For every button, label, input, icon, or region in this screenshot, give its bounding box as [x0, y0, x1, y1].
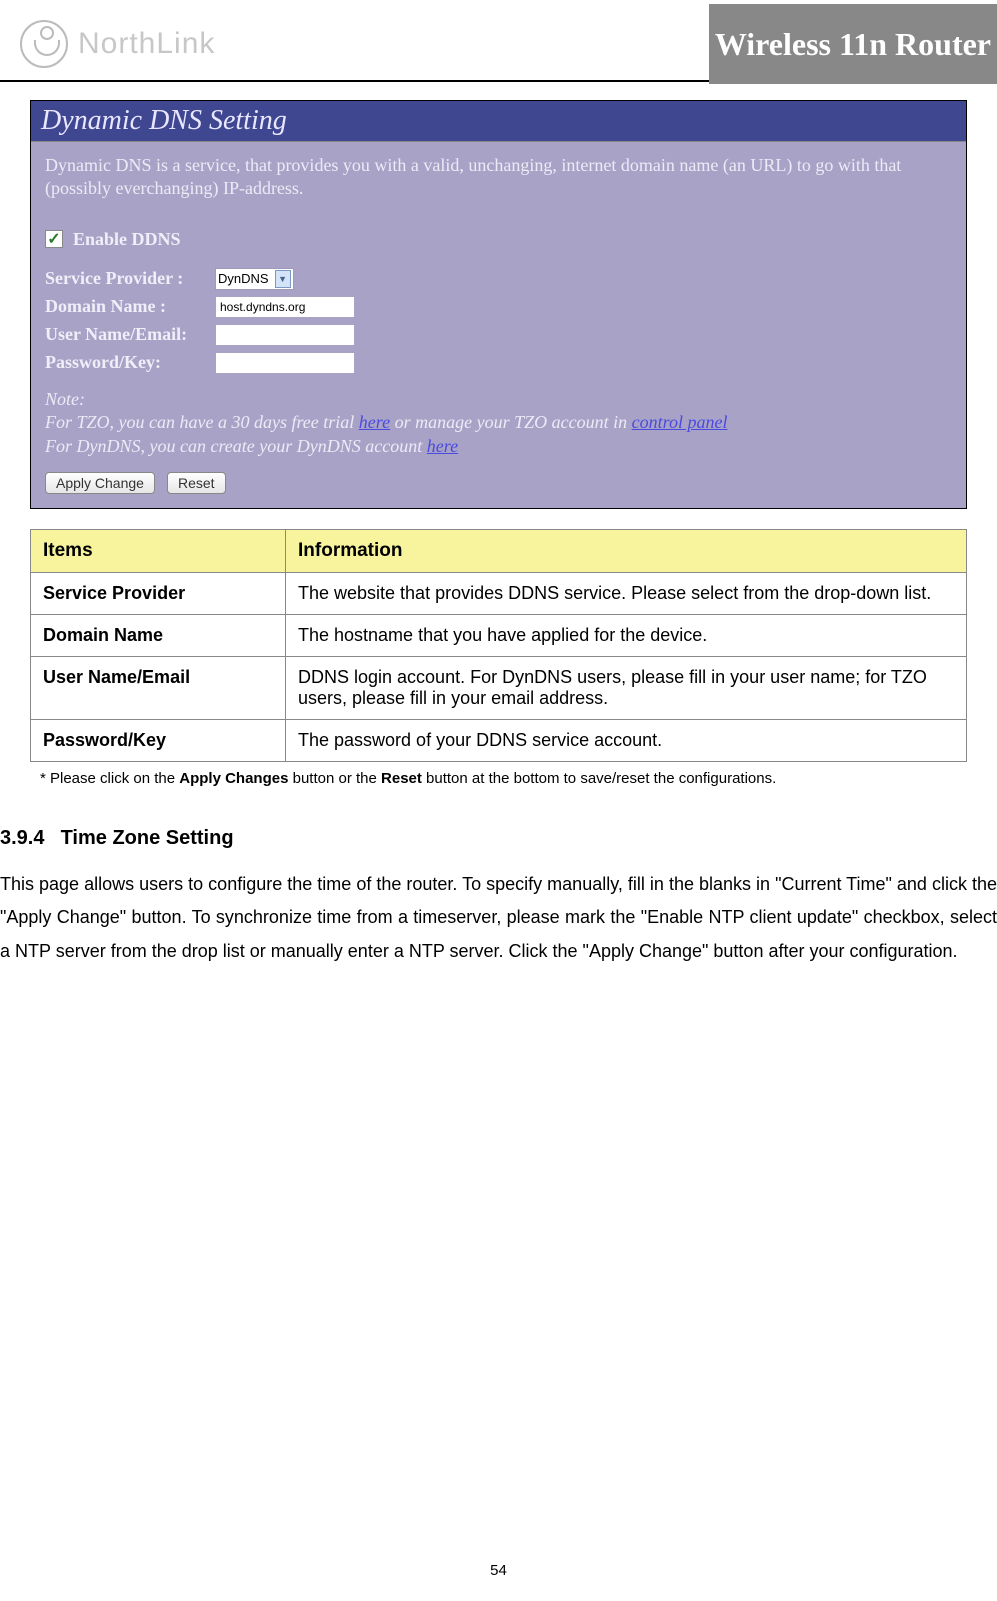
service-provider-select[interactable]: DynDNS ▼: [215, 268, 294, 290]
tzo-trial-link[interactable]: here: [359, 412, 390, 432]
panel-description: Dynamic DNS is a service, that provides …: [45, 154, 952, 201]
table-footnote: * Please click on the Apply Changes butt…: [40, 770, 957, 787]
user-row: User Name/Email:: [45, 324, 952, 346]
panel-title: Dynamic DNS Setting: [31, 101, 966, 142]
domain-name-row: Domain Name :: [45, 296, 952, 318]
table-row: Service Provider The website that provid…: [31, 572, 967, 614]
ddns-setting-panel: Dynamic DNS Setting Dynamic DNS is a ser…: [30, 100, 967, 509]
header-items: Items: [31, 529, 286, 572]
logo: NorthLink: [20, 20, 215, 68]
apply-change-button[interactable]: Apply Change: [45, 472, 155, 494]
reset-button[interactable]: Reset: [167, 472, 226, 494]
brand-title: Wireless 11n Router: [709, 4, 997, 84]
user-label: User Name/Email:: [45, 324, 215, 345]
northlink-logo-icon: [20, 20, 68, 68]
section-heading: 3.9.4 Time Zone Setting: [0, 827, 997, 850]
service-provider-label: Service Provider :: [45, 268, 215, 289]
password-input[interactable]: [215, 352, 355, 374]
note-text: For TZO, you can have a 30 days free tri…: [45, 412, 359, 432]
row-value: The website that provides DDNS service. …: [286, 572, 967, 614]
user-input[interactable]: [215, 324, 355, 346]
section-paragraph: This page allows users to configure the …: [0, 868, 997, 968]
footnote-text: button at the bottom to save/reset the c…: [422, 770, 776, 787]
table-row: Domain Name The hostname that you have a…: [31, 614, 967, 656]
button-row: Apply Change Reset: [45, 472, 952, 494]
row-label: Domain Name: [31, 614, 286, 656]
table-header-row: Items Information: [31, 529, 967, 572]
note-text: or manage your TZO account in: [390, 412, 632, 432]
section-title: Time Zone Setting: [61, 827, 234, 849]
note-label: Note:: [45, 388, 952, 411]
enable-ddns-checkbox[interactable]: ✓: [45, 230, 63, 248]
service-provider-value: DynDNS: [218, 271, 269, 286]
panel-body: Dynamic DNS is a service, that provides …: [31, 142, 966, 508]
page-number: 54: [0, 1562, 997, 1579]
header-information: Information: [286, 529, 967, 572]
row-label: User Name/Email: [31, 656, 286, 719]
section-number: 3.9.4: [0, 827, 55, 850]
row-label: Password/Key: [31, 719, 286, 761]
footnote-bold: Apply Changes: [179, 770, 288, 787]
tzo-control-panel-link[interactable]: control panel: [632, 412, 728, 432]
logo-text: NorthLink: [78, 27, 215, 61]
note-block: Note: For TZO, you can have a 30 days fr…: [45, 388, 952, 458]
password-row: Password/Key:: [45, 352, 952, 374]
table-row: User Name/Email DDNS login account. For …: [31, 656, 967, 719]
row-value: The hostname that you have applied for t…: [286, 614, 967, 656]
note-line-1: For TZO, you can have a 30 days free tri…: [45, 411, 952, 434]
footnote-text: button or the: [288, 770, 381, 787]
enable-ddns-row: ✓ Enable DDNS: [45, 229, 952, 250]
footnote-bold: Reset: [381, 770, 422, 787]
table-row: Password/Key The password of your DDNS s…: [31, 719, 967, 761]
domain-name-label: Domain Name :: [45, 296, 215, 317]
domain-name-input[interactable]: [215, 296, 355, 318]
note-line-2: For DynDNS, you can create your DynDNS a…: [45, 435, 952, 458]
row-label: Service Provider: [31, 572, 286, 614]
page-header: NorthLink Wireless 11n Router: [0, 0, 997, 80]
enable-ddns-label: Enable DDNS: [73, 229, 181, 250]
ddns-info-table: Items Information Service Provider The w…: [30, 529, 967, 762]
footnote-text: * Please click on the: [40, 770, 179, 787]
row-value: The password of your DDNS service accoun…: [286, 719, 967, 761]
service-provider-row: Service Provider : DynDNS ▼: [45, 268, 952, 290]
dyndns-create-link[interactable]: here: [427, 436, 458, 456]
password-label: Password/Key:: [45, 352, 215, 373]
chevron-down-icon: ▼: [275, 270, 291, 288]
row-value: DDNS login account. For DynDNS users, pl…: [286, 656, 967, 719]
note-text: For DynDNS, you can create your DynDNS a…: [45, 436, 427, 456]
